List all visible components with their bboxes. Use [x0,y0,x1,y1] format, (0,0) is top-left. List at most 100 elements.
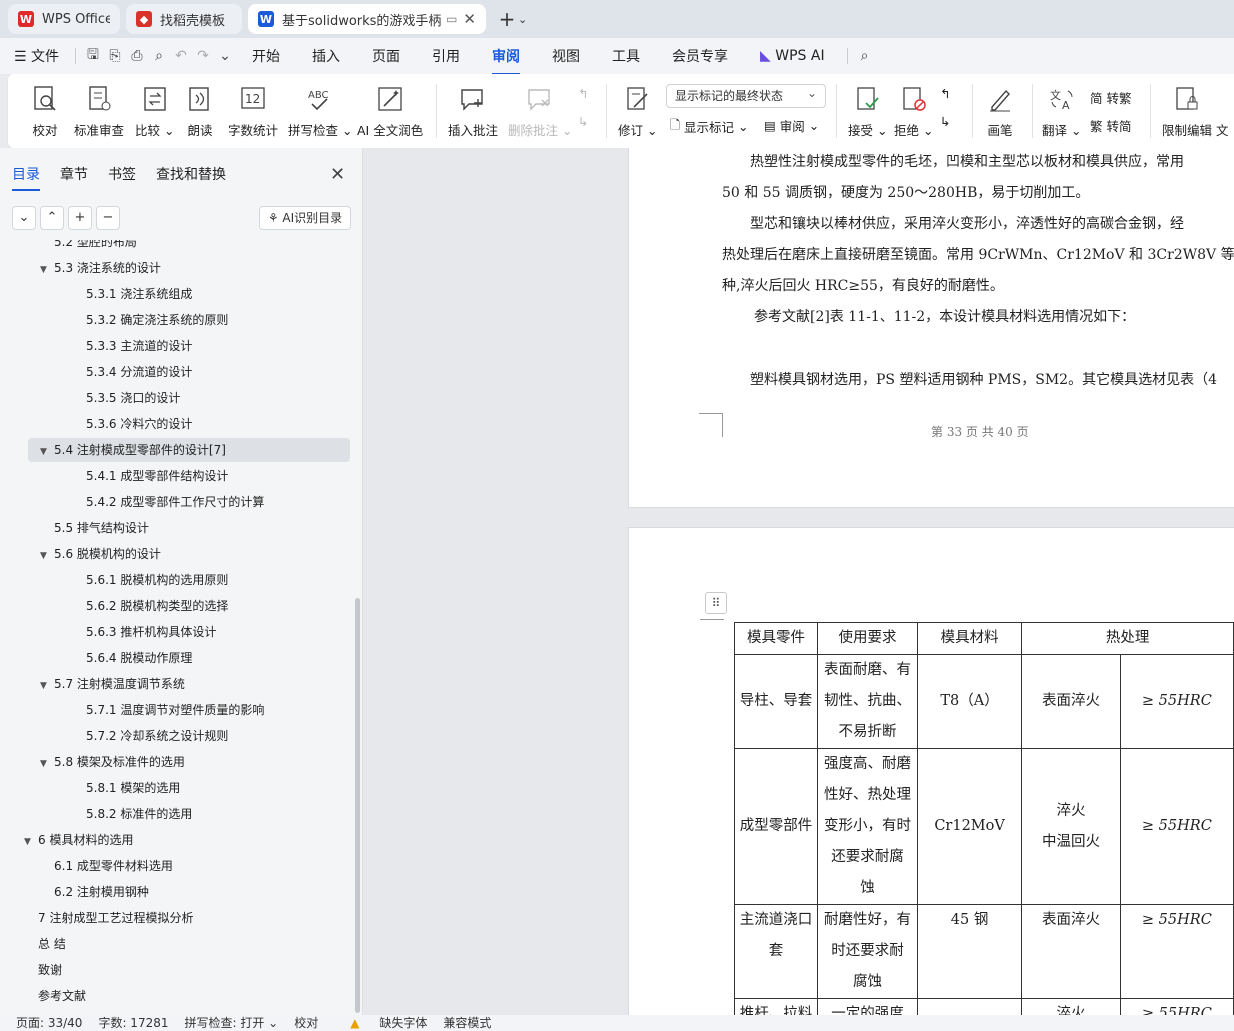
redo-icon[interactable]: ↷ [192,48,214,64]
table-move-handle[interactable]: ⠿ [705,592,727,614]
toc-item[interactable]: 5.5 排气结构设计 [40,516,149,540]
chevron-down-icon[interactable]: ⌄ [518,13,527,26]
toc-item[interactable]: ▼ 5.8 模架及标准件的选用 [40,750,185,774]
toc-item[interactable]: 5.6.1 脱模机构的选用原则 [72,568,228,592]
word-count[interactable]: 字数: 17281 [98,1015,168,1031]
menu-item-tools[interactable]: 工具 [596,46,656,66]
toc-item[interactable]: ▼ 5.6 脱模机构的设计 [40,542,161,566]
to-simplified-button[interactable]: 繁 转简 [1090,116,1131,135]
next-change-icon[interactable]: ↳ [940,114,950,129]
ai-polish-button[interactable]: AI 全文润色 [357,84,423,139]
toc-item[interactable]: 5.7.1 温度调节对塑件质量的影响 [72,698,264,722]
menu-item-reference[interactable]: 引用 [416,46,476,66]
toc-item[interactable]: 5.3.3 主流道的设计 [72,334,192,358]
pen-button[interactable]: 画笔 [986,84,1014,139]
tab-find-replace[interactable]: 查找和替换 [156,164,226,184]
tab-wps-office[interactable]: W WPS Office [8,4,120,34]
toc-item[interactable]: 总 结 [24,932,66,956]
toc-item[interactable]: 5.3.6 冷料穴的设计 [72,412,192,436]
toc-item[interactable]: 5.6.2 脱模机构类型的选择 [72,594,228,618]
toc-item[interactable]: 5.3.2 确定浇注系统的原则 [72,308,228,332]
close-tab-icon[interactable]: ✕ [463,10,476,28]
word-count-button[interactable]: 12 字数统计 [228,84,278,139]
expand-triangle-icon[interactable]: ▼ [40,752,54,776]
proof-button[interactable]: 校对 [32,84,58,139]
expand-triangle-icon[interactable]: ▼ [40,440,54,464]
show-markup-button[interactable]: 🗋 显示标记 ⌄ [670,116,749,137]
scrollbar[interactable] [355,598,360,1013]
toc-item[interactable]: ▼ 5.4 注射模成型零部件的设计[7] [28,438,350,462]
collapse-up-icon[interactable]: ⌃ [40,206,64,230]
toc-item[interactable]: 6.1 成型零件材料选用 [40,854,173,878]
print-icon[interactable]: ⎙ [126,48,148,64]
collapse-down-icon[interactable]: ⌄ [12,206,36,230]
spell-check-toggle[interactable]: 拼写检查: 打开 ⌄ [185,1015,279,1031]
add-heading-icon[interactable]: + [68,206,92,230]
toc-item[interactable]: 5.6.3 推杆机构具体设计 [72,620,216,644]
next-comment-icon[interactable]: ↳ [578,114,588,129]
menu-item-membership[interactable]: 会员专享 [656,46,744,66]
missing-font-status[interactable]: ▲ 缺失字体 [334,1015,427,1031]
translate-button[interactable]: 文 A 翻译 ⌄ [1042,84,1081,139]
previous-comment-icon[interactable]: ↰ [578,86,588,101]
ai-toc-button[interactable]: ⚘ AI识别目录 [259,206,351,230]
standard-review-button[interactable]: 标准审查 [74,84,124,139]
search-icon[interactable]: ⌕ [854,48,876,64]
toc-item[interactable]: 参考文献 [24,984,86,1008]
expand-triangle-icon[interactable]: ▼ [40,674,54,698]
remove-heading-icon[interactable]: − [96,206,120,230]
toc-item[interactable]: 5.4.1 成型零部件结构设计 [72,464,228,488]
revise-button[interactable]: 修订 ⌄ [618,84,657,139]
toc-item[interactable]: 5.3.1 浇注系统组成 [72,282,192,306]
toc-item[interactable]: 7 注射成型工艺过程模拟分析 [24,906,193,930]
markup-state-dropdown[interactable]: 显示标记的最终状态 [666,82,826,108]
spell-check-button[interactable]: ABC 拼写检查 ⌄ [288,84,352,139]
read-aloud-button[interactable]: 朗读 [187,84,213,139]
tab-chapters[interactable]: 章节 [60,164,88,184]
toc-item[interactable]: 5.8.1 模架的选用 [72,776,180,800]
previous-change-icon[interactable]: ↰ [940,86,950,101]
toc-item[interactable]: 5.8.2 标准件的选用 [72,802,192,826]
toc-item[interactable]: 5.6.4 脱模动作原理 [72,646,192,670]
new-tab-icon[interactable]: + [496,7,518,31]
toc-item[interactable]: 5.3.5 浇口的设计 [72,386,180,410]
more-ribbon-button[interactable]: 文 [1216,84,1229,139]
menu-item-view[interactable]: 视图 [536,46,596,66]
menu-item-review[interactable]: 审阅 [476,46,536,75]
print-preview-icon[interactable]: ⌕ [148,48,170,64]
restrict-edit-button[interactable]: 限制编辑 [1162,84,1212,139]
undo-icon[interactable]: ↶ [170,48,192,64]
page-indicator[interactable]: 页面: 33/40 [16,1015,82,1031]
chevron-down-icon[interactable]: ⌄ [214,48,236,64]
expand-triangle-icon[interactable]: ▼ [40,258,54,282]
file-menu[interactable]: ☰ 文件 [0,46,69,66]
reject-button[interactable]: 拒绝 ⌄ [894,84,933,139]
close-icon[interactable]: ✕ [330,164,345,185]
proof-status[interactable]: 校对 [294,1015,318,1031]
insert-comment-button[interactable]: 插入批注 [448,84,498,139]
export-icon[interactable]: ⎘ [104,48,126,64]
monitor-icon[interactable]: ▭ [446,12,457,26]
toc-item[interactable]: 5.2 型腔的布局 [40,240,137,254]
compare-button[interactable]: 比较 ⌄ [135,84,174,139]
tab-docer-templates[interactable]: ◆ 找稻壳模板 [126,4,242,34]
to-traditional-button[interactable]: 简 转繁 [1090,88,1131,107]
review-pane-button[interactable]: ▤ 审阅 ⌄ [764,116,819,135]
save-icon[interactable]: 🖫 [82,44,104,68]
toc-item[interactable]: 5.3.4 分流道的设计 [72,360,192,384]
accept-button[interactable]: 接受 ⌄ [848,84,887,139]
toc-item[interactable]: ▼ 5.3 浇注系统的设计 [40,256,161,280]
menu-item-page[interactable]: 页面 [356,46,416,66]
toc-item[interactable]: 5.7.2 冷却系统之设计规则 [72,724,228,748]
tab-toc[interactable]: 目录 [12,164,40,191]
tab-bookmarks[interactable]: 书签 [108,164,136,184]
expand-triangle-icon[interactable]: ▼ [24,830,38,854]
toc-item[interactable]: ▼ 5.7 注射模温度调节系统 [40,672,185,696]
toc-item[interactable]: 5.4.2 成型零部件工作尺寸的计算 [72,490,264,514]
toc-item[interactable]: 致谢 [24,958,62,982]
toc-item[interactable]: 6.2 注射模用钢种 [40,880,149,904]
expand-triangle-icon[interactable]: ▼ [40,544,54,568]
tab-document[interactable]: W 基于solidworks的游戏手柄双 ▭ ✕ [248,4,486,34]
menu-item-start[interactable]: 开始 [236,46,296,66]
toc-item[interactable]: ▼ 6 模具材料的选用 [24,828,133,852]
